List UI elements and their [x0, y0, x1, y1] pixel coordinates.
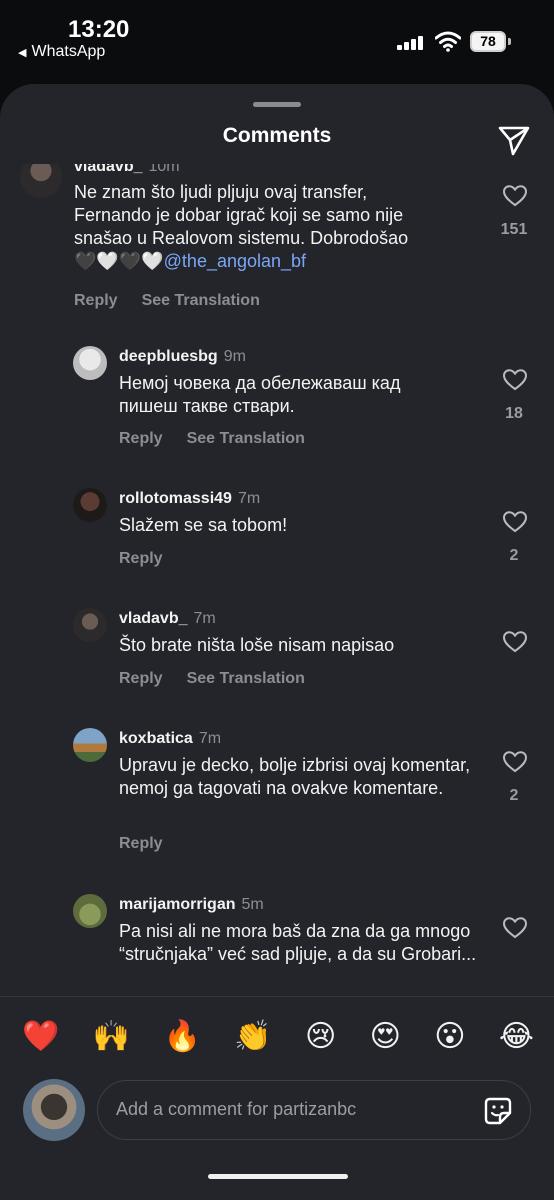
reply-button[interactable]: Reply [119, 430, 163, 447]
emoji-heart-button[interactable]: ❤️ [22, 1021, 59, 1052]
heart-icon[interactable] [503, 185, 527, 207]
comment-item: vladavb_ 10m Ne znam što ljudi pljuju ova… [0, 164, 554, 324]
back-app-label: WhatsApp [31, 43, 106, 60]
comment-age: 5m [241, 896, 264, 913]
comment-composer: Add a comment for partizanbc [0, 1076, 554, 1200]
mention-link[interactable]: @the_angolan_bf [164, 251, 306, 271]
comment-item: koxbatica 7m Upravu je decko, bolje izbri… [0, 724, 554, 864]
comment-age: 7m [193, 610, 216, 627]
avatar[interactable] [20, 164, 62, 198]
emoji-heart-eyes-button[interactable]: 😍 [370, 1021, 401, 1052]
heart-icon[interactable] [503, 631, 527, 653]
heart-icon[interactable] [503, 751, 527, 773]
emoji-laughing-button[interactable]: 😂 [499, 1021, 534, 1052]
comment-input-placeholder: Add a comment for partizanbc [116, 1099, 357, 1119]
emoji-quick-bar: ❤️ 🙌 🔥 👏 😢 😍 😮 😂 [0, 996, 554, 1076]
comment-age: 7m [237, 490, 261, 507]
heart-icon[interactable] [503, 917, 527, 939]
sticker-icon[interactable] [482, 1095, 514, 1127]
comment-actions: Reply See Translation [119, 430, 329, 448]
sheet-title: Comments [222, 124, 332, 147]
reply-button[interactable]: Reply [119, 550, 163, 567]
see-translation-button[interactable]: See Translation [142, 292, 260, 309]
wifi-icon [435, 31, 461, 52]
heart-icon[interactable] [503, 511, 527, 533]
emoji-raised-hands-button[interactable]: 🙌 [93, 1021, 130, 1052]
comment-age: 9m [223, 348, 246, 365]
paper-plane-icon[interactable] [496, 122, 532, 158]
comment-age: 10m [148, 164, 180, 175]
see-translation-button[interactable]: See Translation [187, 670, 305, 687]
reply-button[interactable]: Reply [119, 835, 163, 852]
comment-username[interactable]: vladavb_ 7m [119, 610, 216, 628]
like-count: 2 [509, 787, 519, 804]
like-count: 18 [505, 405, 523, 422]
emoji-clap-button[interactable]: 👏 [234, 1021, 271, 1052]
comments-sheet: Comments vladavb_ 10m Ne znam što ljudi p… [0, 84, 554, 1200]
like-count: 151 [500, 221, 528, 238]
reply-button[interactable]: Reply [74, 292, 118, 309]
reply-button[interactable]: Reply [119, 670, 163, 687]
comment-text: Pa nisi ali ne mora baš da zna da ga mno… [119, 921, 477, 964]
comment-username[interactable]: deepbluesbg 9m [119, 348, 246, 366]
my-avatar [23, 1079, 85, 1141]
comment-text: Ne znam što ljudi pljuju ovaj transfer, … [74, 182, 409, 271]
home-indicator[interactable] [208, 1174, 348, 1179]
status-bar: 13:20 ◀ WhatsApp 78 [0, 0, 554, 84]
comment-username[interactable]: koxbatica 7m [119, 730, 221, 748]
comment-item: marijamorrigan 5m Pa nisi ali ne mora baš… [0, 890, 554, 996]
username-text: vladavb_ [74, 164, 143, 175]
avatar[interactable] [73, 346, 107, 380]
comment-actions: Reply See Translation [74, 292, 284, 310]
emoji-fire-button[interactable]: 🔥 [163, 1021, 200, 1052]
username-text: deepbluesbg [119, 348, 218, 365]
avatar[interactable] [73, 608, 107, 642]
emoji-surprised-button[interactable]: 😮 [434, 1021, 465, 1052]
comment-username[interactable]: vladavb_ 10m [74, 164, 180, 176]
comment-item: vladavb_ 7m Što brate ništa loše nisam na… [0, 604, 554, 704]
comment-item: rollotomassi49 7m Slažem se sa tobom! Rep… [0, 484, 554, 584]
comment-username[interactable]: rollotomassi49 7m [119, 490, 260, 508]
username-text: marijamorrigan [119, 896, 236, 913]
battery-nub [508, 38, 511, 45]
comment-list[interactable]: vladavb_ 10m Ne znam što ljudi pljuju ova… [0, 164, 554, 996]
avatar[interactable] [73, 894, 107, 928]
comment-text: Немој човека да обележаваш кад пишеш так… [119, 373, 401, 416]
comment-age: 7m [198, 730, 222, 747]
comment-text: Što brate ništa loše nisam napisao [119, 635, 395, 655]
see-translation-button[interactable]: See Translation [187, 430, 305, 447]
back-arrow-icon: ◀ [18, 46, 27, 59]
username-text: vladavb_ [119, 610, 188, 627]
comment-item: deepbluesbg 9m Немој човека да обележаваш… [0, 342, 554, 462]
comment-text: Upravu je decko, bolje izbrisi ovaj kome… [119, 755, 471, 798]
like-count: 2 [509, 547, 519, 564]
comment-username[interactable]: marijamorrigan 5m [119, 896, 264, 914]
emoji-crying-button[interactable]: 😢 [305, 1021, 336, 1052]
cellular-signal-icon [397, 36, 425, 50]
comment-actions: Reply [119, 835, 187, 853]
comment-actions: Reply [119, 550, 187, 568]
avatar[interactable] [73, 728, 107, 762]
heart-icon[interactable] [503, 369, 527, 391]
comment-text: Slažem se sa tobom! [119, 515, 288, 535]
avatar[interactable] [73, 488, 107, 522]
comment-actions: Reply See Translation [119, 670, 329, 688]
sheet-grabber[interactable] [253, 102, 301, 107]
back-to-app-link[interactable]: ◀ WhatsApp [18, 43, 105, 61]
battery-indicator: 78 [470, 31, 506, 52]
username-text: koxbatica [119, 730, 193, 747]
username-text: rollotomassi49 [119, 490, 232, 507]
comment-input[interactable]: Add a comment for partizanbc [97, 1080, 531, 1140]
status-time: 13:20 [68, 16, 130, 43]
